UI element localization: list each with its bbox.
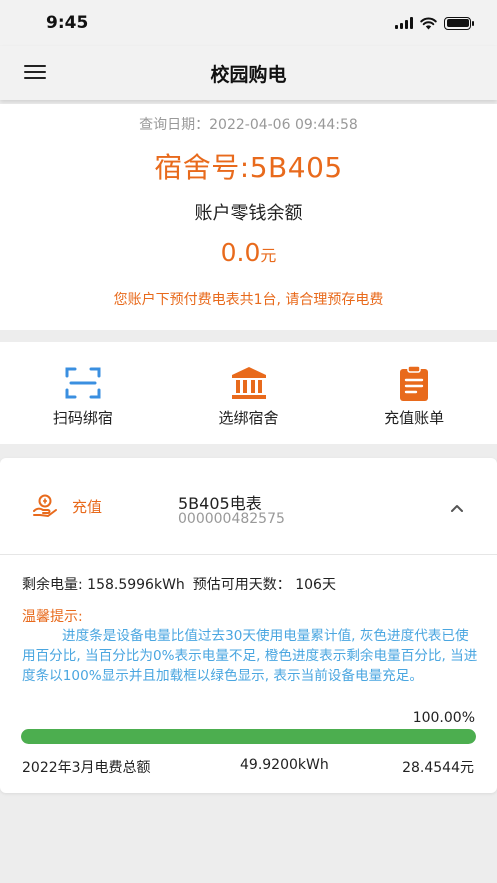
meter-header: 充值 5B405电表 000000482575	[0, 458, 497, 554]
estimated-days: 预估可用天数： 106天	[192, 577, 336, 593]
select-bind-dorm-button[interactable]: 选绑宿舍	[166, 342, 332, 444]
divider	[0, 554, 497, 555]
wifi-icon	[420, 17, 437, 29]
recharge-button[interactable]: 充值	[32, 494, 102, 518]
balance-value: 0.0	[220, 238, 261, 267]
balance-amount: 0.0元	[0, 238, 497, 267]
meter-card: 充值 5B405电表 000000482575 剩余电量: 158.5996kW…	[0, 458, 497, 793]
action-label: 选绑宿舍	[218, 409, 279, 427]
battery-icon	[444, 16, 474, 30]
chevron-up-icon[interactable]	[449, 500, 465, 516]
remaining-energy: 剩余电量: 158.5996kWh	[22, 577, 185, 593]
meter-number: 000000482575	[178, 511, 285, 527]
nav-bar: 校园购电	[0, 46, 497, 100]
balance-unit: 元	[260, 246, 277, 265]
status-bar: 9:45	[0, 0, 497, 46]
energy-progress-bar	[21, 729, 476, 744]
hand-coin-icon	[33, 494, 57, 518]
signal-icon	[395, 17, 413, 29]
action-label: 充值账单	[384, 409, 445, 427]
progress-percent: 100.00%	[412, 710, 475, 726]
page-title: 校园购电	[210, 63, 287, 86]
energy-progress-fill	[21, 729, 476, 744]
recharge-label: 充值	[72, 497, 103, 516]
usage-line: 剩余电量: 158.5996kWh 预估可用天数： 106天	[22, 574, 336, 594]
scan-bind-dorm-button[interactable]: 扫码绑宿	[0, 342, 166, 444]
dorm-number: 宿舍号:5B405	[154, 151, 343, 184]
building-icon	[231, 367, 266, 399]
tips-body: 进度条是设备电量比值过去30天使用电量累计值, 灰色进度代表已使用百分比, 当百…	[22, 628, 478, 684]
balance-label: 账户零钱余额	[194, 203, 303, 224]
status-time: 9:45	[46, 13, 89, 33]
account-summary-card: 查询日期：2022-04-06 09:44:58 宿舍号:5B405 账户零钱余…	[0, 104, 497, 330]
bill-icon	[400, 365, 429, 401]
query-date: 查询日期：2022-04-06 09:44:58	[139, 117, 358, 133]
quick-actions: 扫码绑宿 选绑宿舍 充值账单	[0, 342, 497, 444]
meter-count-notice: 您账户下预付费电表共1台, 请合理预存电费	[113, 292, 384, 308]
status-icons	[395, 16, 474, 30]
action-label: 扫码绑宿	[52, 409, 113, 427]
bill-month: 2022年3月电费总额	[22, 760, 151, 776]
scan-icon	[65, 367, 101, 399]
bill-amount: 28.4544元	[402, 760, 474, 776]
menu-button[interactable]	[24, 65, 46, 81]
tips-title: 温馨提示:	[22, 609, 83, 625]
bill-kwh: 49.9200kWh	[240, 757, 329, 773]
recharge-bill-button[interactable]: 充值账单	[331, 342, 497, 444]
